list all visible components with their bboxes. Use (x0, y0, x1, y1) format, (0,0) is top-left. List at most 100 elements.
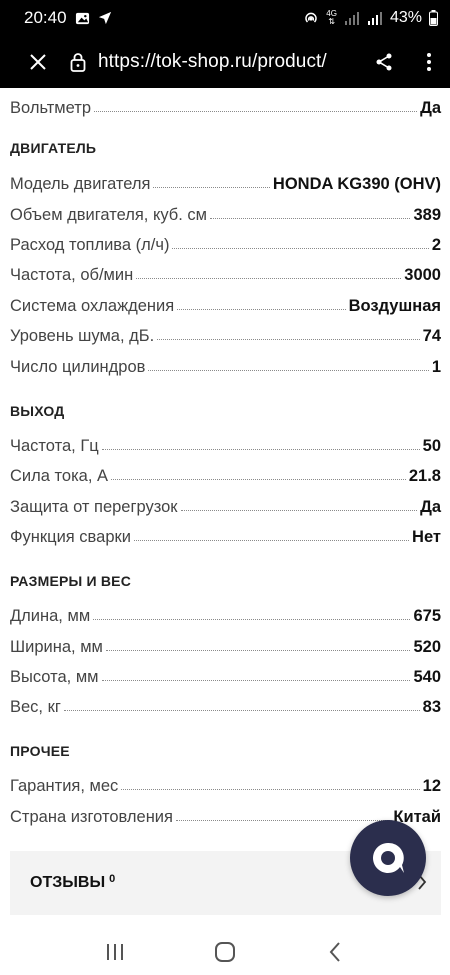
spec-row: Ширина, мм 520 (10, 627, 441, 657)
signal-icon-2 (367, 11, 383, 25)
spec-row: Сила тока, А 21.8 (10, 456, 441, 486)
gallery-icon (75, 11, 90, 26)
spec-row: Частота, об/мин 3000 (10, 255, 441, 285)
leader-dots (101, 449, 420, 450)
spec-list: Вольтметр Да ДВИГАТЕЛЬ Модель двигателя H… (0, 88, 450, 928)
spec-row: Модель двигателя HONDA KG390 (OHV) (10, 164, 441, 194)
spec-row: Защита от перегрузок Да (10, 487, 441, 517)
spec-value: 675 (413, 607, 441, 625)
spec-label: Сила тока, А (10, 467, 109, 485)
section-title-output: ВЫХОД (10, 403, 65, 419)
recent-apps-icon (107, 943, 123, 960)
battery-icon (429, 10, 438, 26)
spec-row: Расход топлива (л/ч) 2 (10, 225, 441, 255)
leader-dots (180, 510, 418, 511)
url-bar[interactable]: https://tok-shop.ru/product/ (98, 51, 360, 73)
home-button[interactable] (205, 932, 245, 972)
hotspot-icon (303, 10, 319, 26)
back-icon (329, 941, 340, 962)
home-icon (215, 941, 235, 962)
chat-bubble-icon (373, 842, 404, 873)
system-nav-bar (0, 928, 450, 975)
share-button[interactable] (360, 36, 408, 88)
close-tab-button[interactable] (14, 36, 62, 88)
status-bar: 20:40 4G ⇅ 43% (0, 0, 450, 36)
spec-value: 21.8 (408, 467, 441, 485)
spec-label: Страна изготовления (10, 808, 173, 826)
spec-row: Вес, кг 83 (10, 687, 441, 717)
spec-label: Модель двигателя (10, 175, 151, 193)
leader-dots (121, 789, 420, 790)
spec-row: Функция сварки Нет (10, 517, 441, 547)
spec-value: 540 (413, 668, 441, 686)
spec-label: Частота, об/мин (10, 266, 134, 284)
network-type-icon: 4G ⇅ (326, 9, 337, 26)
spec-value: 1 (431, 358, 441, 376)
menu-button[interactable] (408, 36, 450, 88)
section-title-other: ПРОЧЕЕ (10, 743, 70, 759)
spec-row: Объем двигателя, куб. см 389 (10, 195, 441, 225)
section-title-engine: ДВИГАТЕЛЬ (10, 140, 97, 156)
leader-dots (105, 650, 411, 651)
signal-icon (344, 11, 360, 25)
spec-label: Вольтметр (10, 99, 92, 117)
spec-label: Защита от перегрузок (10, 498, 178, 516)
spec-label: Частота, Гц (10, 437, 99, 455)
reviews-label: ОТЗЫВЫ (30, 874, 106, 891)
leader-dots (111, 479, 406, 480)
spec-label: Высота, мм (10, 668, 99, 686)
spec-label: Длина, мм (10, 607, 91, 625)
spec-label: Система охлаждения (10, 297, 175, 315)
spec-row: Вольтметр Да (10, 88, 441, 118)
spec-value: 389 (413, 206, 441, 224)
leader-dots (63, 710, 420, 711)
spec-row: Уровень шума, дБ. 74 (10, 316, 441, 346)
leader-dots (172, 248, 429, 249)
recent-apps-button[interactable] (95, 932, 135, 972)
back-button[interactable] (315, 932, 355, 972)
spec-row: Система охлаждения Воздушная (10, 286, 441, 316)
spec-value: 520 (413, 638, 441, 656)
site-security-button[interactable] (62, 36, 94, 88)
spec-label: Функция сварки (10, 528, 131, 546)
leader-dots (210, 218, 411, 219)
leader-dots (93, 619, 411, 620)
spec-label: Число цилиндров (10, 358, 146, 376)
spec-label: Объем двигателя, куб. см (10, 206, 208, 224)
leader-dots (177, 309, 346, 310)
spec-row: Высота, мм 540 (10, 657, 441, 687)
leader-dots (136, 278, 402, 279)
spec-row: Гарантия, мес 12 (10, 766, 441, 796)
spec-value: Да (420, 99, 441, 117)
spec-value: 74 (422, 327, 441, 345)
spec-label: Вес, кг (10, 698, 61, 716)
spec-value: 2 (431, 236, 441, 254)
spec-label: Уровень шума, дБ. (10, 327, 155, 345)
close-icon (30, 54, 46, 70)
spec-value: 3000 (404, 266, 441, 284)
navigation-arrow-icon (98, 11, 112, 25)
status-time: 20:40 (24, 8, 67, 27)
spec-label: Ширина, мм (10, 638, 103, 656)
spec-value: Воздушная (348, 297, 441, 315)
spec-row: Длина, мм 675 (10, 596, 441, 626)
spec-value: HONDA KG390 (OHV) (272, 175, 441, 193)
leader-dots (157, 339, 420, 340)
spec-label: Расход топлива (л/ч) (10, 236, 170, 254)
spec-value: Нет (412, 528, 441, 546)
spec-row: Частота, Гц 50 (10, 426, 441, 456)
leader-dots (94, 111, 418, 112)
spec-value: 83 (422, 698, 441, 716)
leader-dots (133, 540, 410, 541)
battery-percent: 43% (389, 9, 422, 26)
spec-row: Число цилиндров 1 (10, 347, 441, 377)
spec-label: Гарантия, мес (10, 777, 119, 795)
section-title-dimensions: РАЗМЕРЫ И ВЕС (10, 573, 132, 589)
chat-button[interactable] (350, 820, 426, 896)
more-vert-icon (427, 53, 431, 71)
spec-value: 12 (422, 777, 441, 795)
leader-dots (153, 187, 270, 188)
browser-toolbar: https://tok-shop.ru/product/ (0, 36, 450, 88)
spec-value: 50 (422, 437, 441, 455)
share-icon (376, 53, 392, 71)
